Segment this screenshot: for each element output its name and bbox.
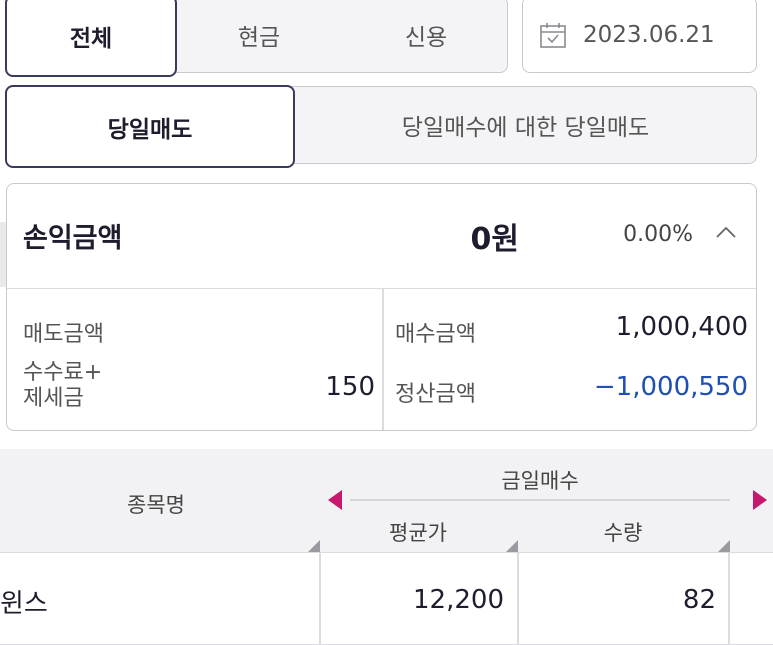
calendar-icon — [540, 22, 566, 48]
profit-label: 손익금액 — [23, 223, 123, 254]
settle-amount-label: 정산금액 — [395, 382, 476, 407]
date-picker[interactable]: 2023.06.21 — [522, 0, 757, 73]
sell-amount-label: 매도금액 — [23, 322, 104, 347]
tab-same-day-sell[interactable]: 당일매도 — [5, 85, 295, 168]
fee-tax-value: 150 — [325, 372, 375, 402]
account-type-tabs: 전체 현금 신용 — [5, 0, 509, 77]
profit-summary-card: 손익금액 0원 0.00% 매도금액 수수료+ 제세금 150 매수금액 1,0… — [6, 183, 757, 431]
fee-tax-label: 수수료+ 제세금 — [23, 360, 102, 412]
profit-amount: 0원 — [470, 222, 519, 257]
buy-amount-label: 매수금액 — [395, 322, 476, 347]
date-value: 2023.06.21 — [583, 21, 715, 48]
profit-summary-header[interactable]: 손익금액 0원 0.00% — [7, 184, 756, 289]
tab-same-day-sell-of-buy[interactable]: 당일매수에 대한 당일매도 — [293, 87, 758, 163]
sort-corner-icon[interactable] — [718, 540, 730, 552]
profit-rate: 0.00% — [623, 222, 693, 247]
buy-amount-value: 1,000,400 — [615, 312, 748, 342]
row-qty: 82 — [682, 585, 716, 615]
group-header-underline — [350, 499, 730, 501]
table-header: 종목명 금일매수 평균가 수량 — [0, 449, 773, 553]
row-stock-name: 윈스 — [0, 589, 48, 619]
trade-type-tabs: 당일매도 당일매수에 대한 당일매도 — [5, 85, 758, 168]
arrow-left-icon[interactable] — [326, 489, 344, 511]
settle-amount-value: −1,000,550 — [593, 372, 748, 402]
table-row[interactable]: 윈스 12,200 82 — [0, 553, 773, 645]
column-divider — [728, 553, 730, 644]
group-header-today-buy: 금일매수 — [501, 469, 579, 493]
col-header-avg-price[interactable]: 평균가 — [320, 517, 516, 547]
fee-tax-label-line1: 수수료+ — [23, 360, 103, 385]
fee-tax-label-line2: 제세금 — [23, 386, 84, 411]
col-header-name[interactable]: 종목명 — [0, 489, 312, 519]
row-avg-price: 12,200 — [413, 585, 504, 615]
col-header-qty[interactable]: 수량 — [518, 517, 728, 547]
arrow-right-icon[interactable] — [751, 489, 769, 511]
tab-cash[interactable]: 현금 — [175, 0, 343, 72]
chevron-up-icon[interactable] — [715, 224, 737, 240]
sort-corner-icon[interactable] — [308, 540, 320, 552]
sort-corner-icon[interactable] — [506, 540, 518, 552]
tab-all[interactable]: 전체 — [5, 0, 177, 77]
tab-credit[interactable]: 신용 — [343, 0, 509, 72]
profit-summary-details: 매도금액 수수료+ 제세금 150 매수금액 1,000,400 정산금액 −1… — [7, 288, 756, 430]
column-divider — [382, 288, 384, 430]
